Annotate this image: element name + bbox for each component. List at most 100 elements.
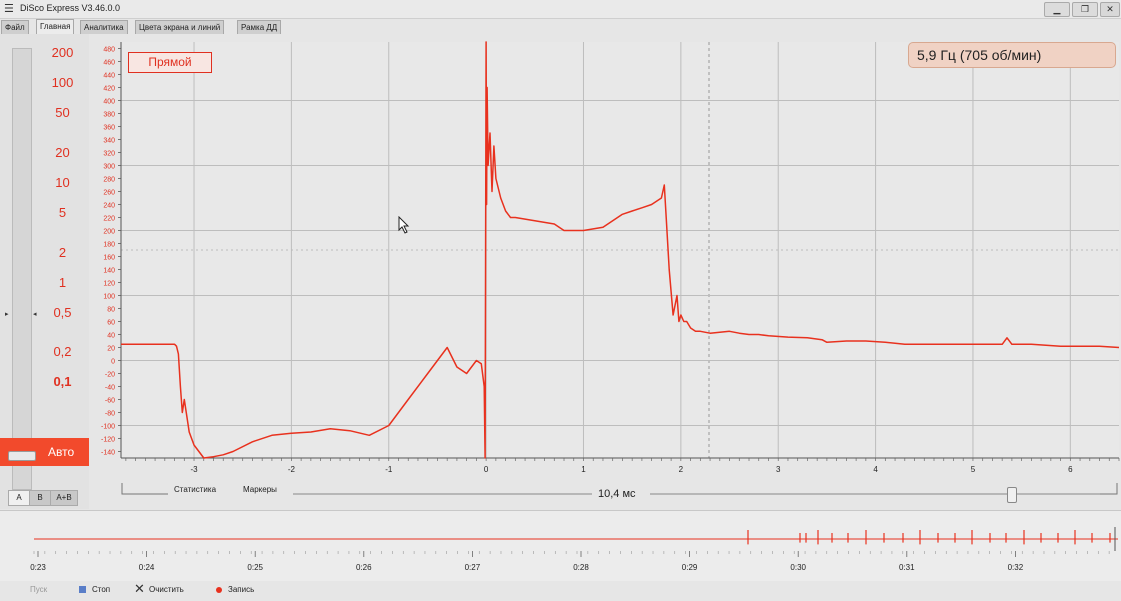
y-tick-label: 220: [103, 216, 115, 223]
y-tick-label: 0: [111, 359, 115, 366]
scale-option-5[interactable]: 5: [40, 205, 85, 220]
auto-scale-label: Авто: [48, 445, 75, 459]
y-tick-label: 200: [103, 229, 115, 236]
scale-slider-track[interactable]: [12, 48, 32, 490]
y-tick-label: 100: [103, 294, 115, 301]
y-tick-label: 40: [107, 333, 115, 340]
y-tick-label: 480: [103, 47, 115, 54]
timeline-label: 0:29: [682, 563, 698, 572]
y-tick-label: -120: [101, 437, 115, 444]
y-tick-label: 380: [103, 112, 115, 119]
plot-area: [121, 42, 1119, 458]
timeline-track[interactable]: 0:23 0:24 0:25 0:26 0:27 0:28 0:29 0:30 0:31 0:32: [0, 511, 1121, 581]
y-tick-label: 180: [103, 242, 115, 249]
maximize-button[interactable]: ❐: [1072, 2, 1098, 17]
x-tick-label: 2: [679, 465, 684, 474]
time-slider-thumb[interactable]: [1007, 487, 1017, 503]
y-tick-label: 60: [107, 320, 115, 327]
auto-scale-button[interactable]: Авто: [0, 438, 89, 466]
timeline-label: 0:31: [899, 563, 915, 572]
y-tick-label: -100: [101, 424, 115, 431]
tab-statistics[interactable]: Статистика: [174, 485, 216, 494]
x-tick-label: -3: [190, 465, 198, 474]
x-tick-label: 4: [873, 465, 878, 474]
slider-arrow-right-icon: ◂: [33, 311, 37, 318]
mouse-cursor-icon: [398, 216, 410, 234]
scale-option-20[interactable]: 20: [40, 145, 85, 160]
maximize-icon: ❐: [1080, 4, 1090, 14]
frequency-label: 5,9 Гц (705 об/мин): [917, 47, 1042, 63]
y-tick-label: 460: [103, 60, 115, 67]
timeline-overview[interactable]: 0:23 0:24 0:25 0:26 0:27 0:28 0:29 0:30 0:31 0:32: [0, 510, 1121, 581]
x-tick-label: 1: [581, 465, 586, 474]
tab-file[interactable]: Файл: [1, 20, 29, 34]
timeline-label: 0:30: [790, 563, 806, 572]
stop-icon: [79, 586, 86, 593]
timeline-label: 0:28: [573, 563, 589, 572]
tab-markers[interactable]: Маркеры: [243, 485, 277, 494]
y-tick-label: 280: [103, 177, 115, 184]
y-tick-label: 140: [103, 268, 115, 275]
time-per-division: 10,4 мс: [598, 488, 636, 500]
y-tick-label: -80: [105, 411, 115, 418]
oscilloscope-chart[interactable]: -3 -2 -1 0 1 2 3 4 5 6480460440420400380360340320…: [89, 40, 1121, 480]
x-tick-label: -1: [385, 465, 393, 474]
window-title: DiSco Express V3.46.0.0: [20, 3, 121, 13]
minimize-icon: ▁: [1053, 4, 1061, 14]
scale-option-0-5[interactable]: 0,5: [40, 305, 85, 320]
timeline-label: 0:23: [30, 563, 46, 572]
tab-home[interactable]: Главная: [36, 19, 75, 34]
y-tick-label: -60: [105, 398, 115, 405]
y-tick-label: 400: [103, 99, 115, 106]
scale-option-200[interactable]: 200: [40, 45, 85, 60]
mode-indicator[interactable]: Прямой: [128, 52, 212, 73]
y-tick-label: 20: [107, 346, 115, 353]
timeline-label: 0:25: [247, 563, 263, 572]
scale-slider-thumb[interactable]: [8, 451, 36, 461]
close-button[interactable]: ✕: [1100, 2, 1120, 17]
y-tick-label: 440: [103, 73, 115, 80]
y-tick-label: 340: [103, 138, 115, 145]
y-tick-label: 260: [103, 190, 115, 197]
stop-button[interactable]: Стоп: [92, 585, 110, 594]
x-tick-label: 6: [1068, 465, 1073, 474]
clear-icon: ✕: [134, 581, 145, 596]
transport-bar: Пуск Стоп ✕ Очистить Запись: [0, 580, 1121, 601]
y-tick-label: -20: [105, 372, 115, 379]
scale-option-10[interactable]: 10: [40, 175, 85, 190]
timeline-label: 0:27: [465, 563, 481, 572]
x-tick-label: 5: [971, 465, 976, 474]
timeline-label: 0:24: [139, 563, 155, 572]
minimize-button[interactable]: ▁: [1044, 2, 1070, 17]
clear-button[interactable]: Очистить: [149, 585, 184, 594]
y-tick-label: 420: [103, 86, 115, 93]
x-tick-label: -2: [288, 465, 296, 474]
y-tick-label: 360: [103, 125, 115, 132]
y-tick-label: 80: [107, 307, 115, 314]
y-tick-label: 240: [103, 203, 115, 210]
scale-option-1[interactable]: 1: [40, 275, 85, 290]
bottom-bar-lines: [121, 483, 1118, 495]
record-icon: [216, 587, 222, 593]
menu-icon[interactable]: ☰: [4, 2, 14, 15]
tab-frame-dd[interactable]: Рамка ДД: [237, 20, 282, 34]
timeline-label: 0:26: [356, 563, 372, 572]
mode-label: Прямой: [148, 55, 192, 69]
scale-panel: ▸ ◂ 200 100 50 20 10 5 2 1 0,5 0,2 0,1 А…: [0, 34, 89, 509]
frequency-readout: 5,9 Гц (705 об/мин): [908, 42, 1116, 68]
y-tick-label: 120: [103, 281, 115, 288]
play-button[interactable]: Пуск: [30, 585, 47, 594]
x-tick-label: 0: [484, 465, 489, 474]
scale-option-100[interactable]: 100: [40, 75, 85, 90]
scale-option-50[interactable]: 50: [40, 105, 85, 120]
record-button[interactable]: Запись: [228, 585, 254, 594]
tab-analytics[interactable]: Аналитика: [80, 20, 128, 34]
scale-option-0-1[interactable]: 0,1: [40, 374, 85, 389]
close-icon: ✕: [1106, 4, 1114, 14]
y-tick-label: 320: [103, 151, 115, 158]
scale-option-2[interactable]: 2: [40, 245, 85, 260]
scale-option-0-2[interactable]: 0,2: [40, 344, 85, 359]
tab-screen-colors[interactable]: Цвета экрана и линий: [135, 20, 225, 34]
y-tick-label: 160: [103, 255, 115, 262]
bottom-control-bar: Статистика Маркеры 10,4 мс: [0, 480, 1121, 510]
